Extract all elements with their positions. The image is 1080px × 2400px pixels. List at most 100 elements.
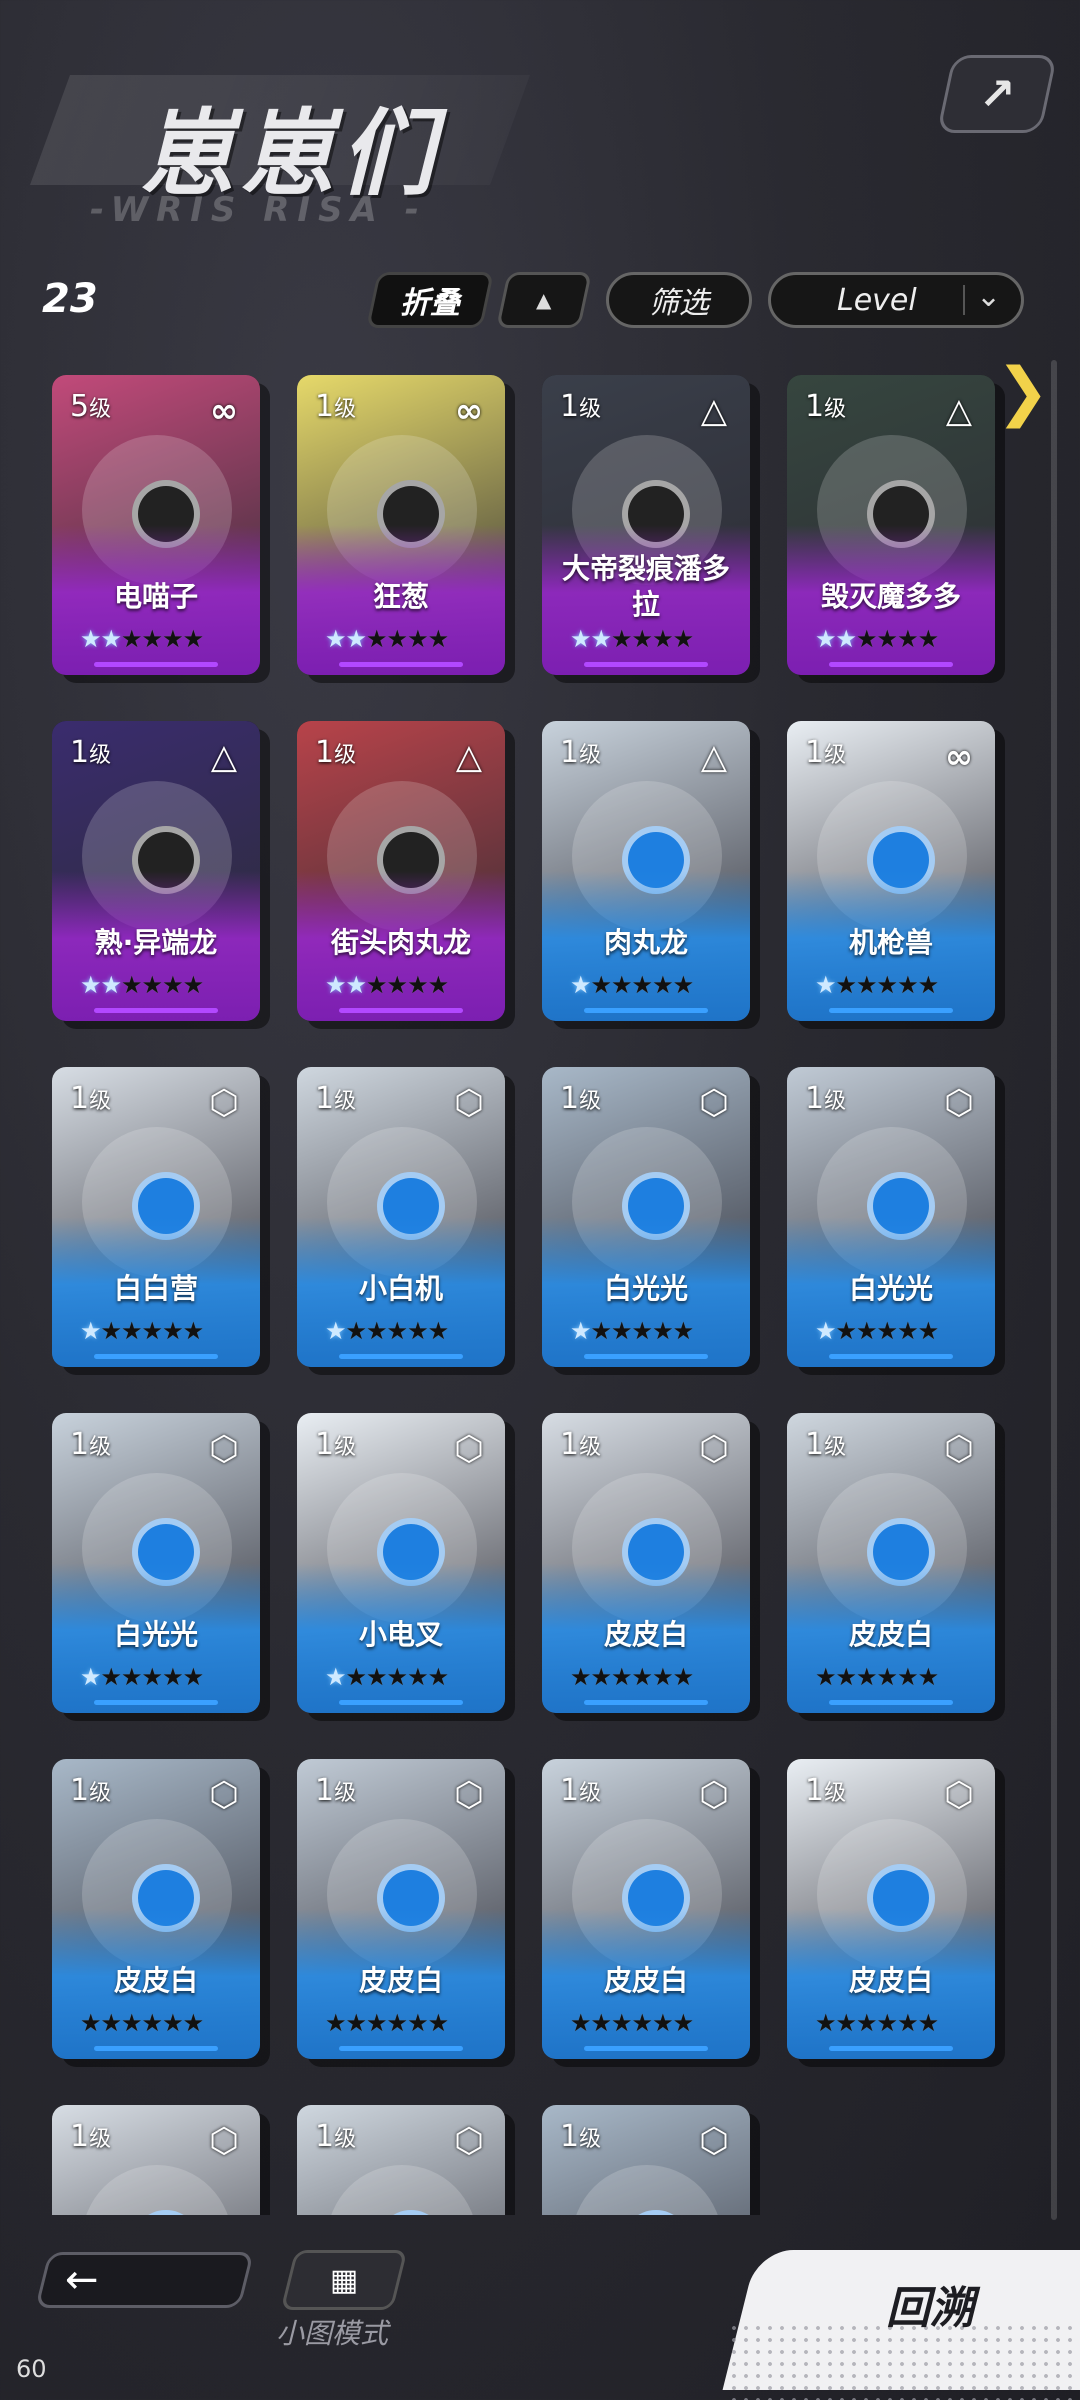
- card-level-unit: 级: [89, 397, 112, 422]
- star-icon: ★: [835, 971, 857, 999]
- star-icon: ★: [121, 1663, 142, 1691]
- card-progress-bar: [584, 1700, 708, 1705]
- star-icon: ★: [835, 2009, 857, 2037]
- star-icon: ★: [386, 625, 408, 653]
- card-level: 1级: [70, 1081, 111, 1116]
- star-icon: ★: [386, 1663, 408, 1691]
- card-level-unit: 级: [334, 397, 357, 422]
- card-level-number: 1: [315, 735, 335, 770]
- back-button[interactable]: ←: [35, 2252, 254, 2308]
- star-icon: ★: [917, 1317, 939, 1345]
- chevron-down-icon: ⌄: [976, 279, 1002, 314]
- star-icon: ★: [182, 625, 204, 653]
- trace-label[interactable]: 回溯: [886, 2272, 974, 2336]
- star-icon: ★: [631, 1663, 653, 1691]
- star-icon: ★: [570, 1663, 591, 1691]
- character-card[interactable]: 1级 ⬡ 白光光 ★★★★★★: [787, 1067, 995, 1367]
- character-card[interactable]: 1级⬡★★★★★★: [542, 2105, 750, 2215]
- star-rating: ★★★★★★: [815, 971, 939, 999]
- card-progress-bar: [339, 1008, 463, 1013]
- star-icon: ★: [897, 1317, 918, 1345]
- scrollbar[interactable]: [1051, 360, 1057, 2220]
- collection-count: 23: [42, 276, 98, 322]
- hexagon-icon: ⬡: [944, 1429, 974, 1469]
- star-icon: ★: [856, 625, 877, 653]
- star-icon: ★: [100, 1663, 122, 1691]
- star-icon: ★: [325, 2009, 346, 2037]
- sort-order-button[interactable]: ▲: [496, 272, 592, 328]
- card-name: 皮皮白: [848, 1618, 933, 1651]
- character-card[interactable]: 1级 ⬡ 小电叉 ★★★★★★: [297, 1413, 505, 1713]
- mode-toggle-button[interactable]: ▦: [280, 2250, 408, 2310]
- card-level: 1级: [70, 2119, 111, 2154]
- character-card[interactable]: 1级 ⬡ 皮皮白 ★★★★★★: [787, 1413, 995, 1713]
- star-icon: ★: [427, 1663, 449, 1691]
- character-card[interactable]: 1级 △ 街头肉丸龙 ★★★★★★: [297, 721, 505, 1021]
- character-card[interactable]: 1级 ⬡ 皮皮白 ★★★★★★: [297, 1759, 505, 2059]
- card-progress-bar: [94, 1354, 218, 1359]
- character-card[interactable]: 1级 △ 毁灭魔多多 ★★★★★★: [787, 375, 995, 675]
- card-level-number: 1: [315, 1427, 335, 1462]
- star-icon: ★: [835, 1317, 857, 1345]
- card-level-unit: 级: [824, 397, 847, 422]
- card-level-unit: 级: [89, 2127, 112, 2152]
- share-button[interactable]: ↗: [936, 55, 1058, 133]
- character-card[interactable]: 1级 ⬡ 小白机 ★★★★★★: [297, 1067, 505, 1367]
- card-level-unit: 级: [824, 1435, 847, 1460]
- star-icon: ★: [815, 1663, 836, 1691]
- star-icon: ★: [652, 1663, 673, 1691]
- character-card[interactable]: 1级⬡★★★★★★: [297, 2105, 505, 2215]
- star-rating: ★★★★★★: [570, 1317, 694, 1345]
- character-card[interactable]: 1级 ⬡ 皮皮白 ★★★★★★: [787, 1759, 995, 2059]
- character-card[interactable]: 1级 ⬡ 白光光 ★★★★★★: [52, 1413, 260, 1713]
- star-icon: ★: [897, 1663, 918, 1691]
- star-icon: ★: [590, 971, 612, 999]
- card-level: 1级: [315, 389, 356, 424]
- character-card[interactable]: 5级 ∞ 电喵子 ★★★★★★: [52, 375, 260, 675]
- star-icon: ★: [386, 1317, 408, 1345]
- character-card[interactable]: 1级⬡★★★★★★: [52, 2105, 260, 2215]
- star-icon: ★: [652, 625, 673, 653]
- star-icon: ★: [182, 1663, 204, 1691]
- sort-select[interactable]: Level ⌄: [768, 272, 1024, 328]
- fold-button[interactable]: 折叠: [366, 272, 494, 328]
- character-card[interactable]: 1级 △ 大帝裂痕潘多拉 ★★★★★★: [542, 375, 750, 675]
- character-card[interactable]: 1级 ⬡ 皮皮白 ★★★★★★: [52, 1759, 260, 2059]
- character-card[interactable]: 1级 △ 肉丸龙 ★★★★★★: [542, 721, 750, 1021]
- card-level-number: 1: [70, 2119, 90, 2154]
- star-icon: ★: [162, 1663, 183, 1691]
- star-icon: ★: [80, 1317, 101, 1345]
- character-card[interactable]: 1级 ⬡ 白光光 ★★★★★★: [542, 1067, 750, 1367]
- star-icon: ★: [570, 1317, 591, 1345]
- star-icon: ★: [80, 2009, 101, 2037]
- hexagon-icon: ⬡: [454, 1775, 484, 1815]
- star-icon: ★: [121, 625, 142, 653]
- card-level-number: 1: [805, 389, 825, 424]
- star-icon: ★: [162, 625, 183, 653]
- character-card[interactable]: 1级 ⬡ 皮皮白 ★★★★★★: [542, 1759, 750, 2059]
- character-card[interactable]: 1级 ∞ 机枪兽 ★★★★★★: [787, 721, 995, 1021]
- star-icon: ★: [876, 1663, 898, 1691]
- star-icon: ★: [652, 1317, 673, 1345]
- character-card[interactable]: 1级 ∞ 狂葱 ★★★★★★: [297, 375, 505, 675]
- character-card[interactable]: 1级 ⬡ 皮皮白 ★★★★★★: [542, 1413, 750, 1713]
- star-icon: ★: [366, 971, 387, 999]
- star-icon: ★: [570, 971, 591, 999]
- card-progress-bar: [829, 662, 953, 667]
- star-icon: ★: [611, 1317, 632, 1345]
- star-icon: ★: [672, 625, 694, 653]
- card-level-number: 1: [315, 1773, 335, 1808]
- card-name: 皮皮白: [603, 1964, 688, 1997]
- star-icon: ★: [80, 625, 101, 653]
- card-level: 5级: [70, 389, 111, 424]
- filter-button[interactable]: 筛选: [606, 272, 752, 328]
- star-icon: ★: [345, 1317, 367, 1345]
- card-level: 1级: [315, 2119, 356, 2154]
- star-icon: ★: [835, 625, 857, 653]
- character-card[interactable]: 1级 ⬡ 白白营 ★★★★★★: [52, 1067, 260, 1367]
- character-card[interactable]: 1级 △ 熟·异端龙 ★★★★★★: [52, 721, 260, 1021]
- card-level: 1级: [315, 735, 356, 770]
- star-rating: ★★★★★★: [80, 1317, 204, 1345]
- star-rating: ★★★★★★: [80, 971, 204, 999]
- star-rating: ★★★★★★: [815, 625, 939, 653]
